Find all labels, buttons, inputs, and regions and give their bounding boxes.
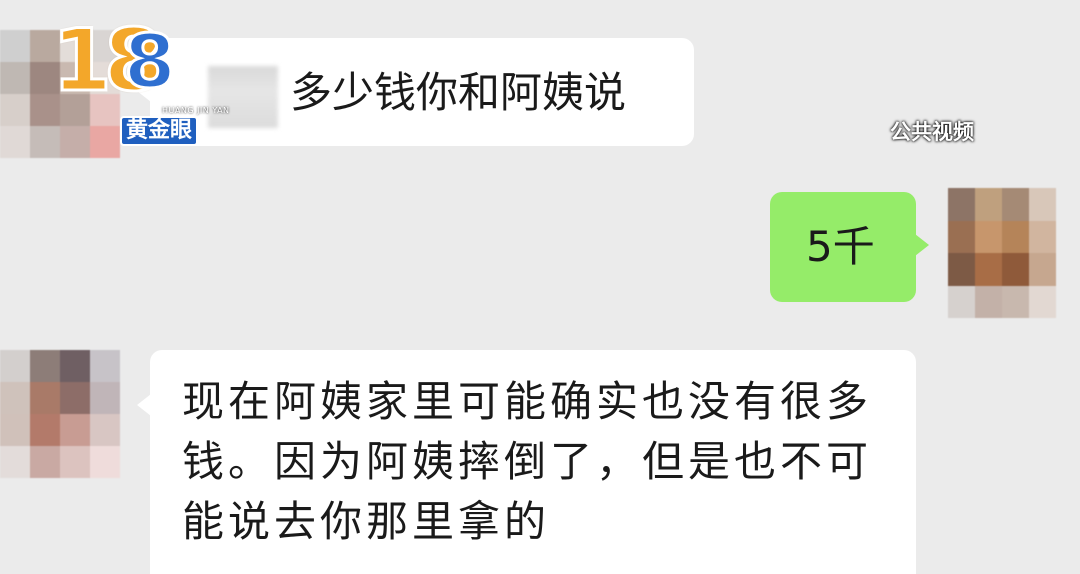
logo-name: 黄金眼 <box>120 116 199 146</box>
bubble-tail <box>137 394 151 416</box>
avatar-mosaic-cell <box>948 188 975 221</box>
avatar-mosaic-cell <box>90 414 120 446</box>
avatar-mosaic-cell <box>1002 220 1029 253</box>
avatar-mosaic-cell <box>948 285 975 318</box>
avatar-mosaic-cell <box>0 350 30 382</box>
avatar-mosaic-cell <box>30 382 60 414</box>
source-watermark: 公共视频 <box>890 120 974 144</box>
avatar-mosaic-cell <box>90 382 120 414</box>
avatar-mosaic-cell <box>0 126 30 158</box>
avatar-mosaic-cell <box>30 446 60 478</box>
outgoing-message-bubble[interactable]: 5千 <box>770 192 929 302</box>
logo-pinyin: HUANG JIN YAN <box>162 106 230 115</box>
avatar-mosaic-cell <box>1002 253 1029 286</box>
avatar-mosaic-cell <box>1029 220 1056 253</box>
avatar-mosaic-cell <box>60 382 90 414</box>
incoming-message-bubble[interactable]: 现在阿姨家里可能确实也没有很多钱。因为阿姨摔倒了，但是也不可能说去你那里拿的 <box>137 350 916 574</box>
avatar-mosaic-cell <box>30 350 60 382</box>
avatar-mosaic-cell <box>0 94 30 126</box>
avatar-mosaic-cell <box>1029 188 1056 221</box>
message-text: 现在阿姨家里可能确实也没有很多钱。因为阿姨摔倒了，但是也不可能说去你那里拿的 <box>182 377 873 546</box>
message-text: 5千 <box>806 222 875 271</box>
avatar-mosaic-cell <box>1029 285 1056 318</box>
avatar-mosaic-cell <box>60 446 90 478</box>
avatar-mosaic-cell <box>1002 285 1029 318</box>
avatar-mosaic-cell <box>0 414 30 446</box>
contact-avatar-blurred[interactable] <box>0 350 120 478</box>
avatar-mosaic-cell <box>0 382 30 414</box>
message-text: 多少钱你和阿姨说 <box>290 68 627 117</box>
avatar-mosaic-cell <box>975 253 1002 286</box>
avatar-mosaic-cell <box>0 62 30 94</box>
channel-logo: 18 8 HUANG JIN YAN 黄金眼 <box>44 15 234 146</box>
avatar-mosaic-cell <box>60 414 90 446</box>
bubble-tail <box>915 234 929 256</box>
avatar-mosaic-cell <box>60 350 90 382</box>
avatar-mosaic-cell <box>1029 253 1056 286</box>
avatar-mosaic-cell <box>0 30 30 62</box>
logo-number-accent: 8 <box>123 19 177 105</box>
avatar-mosaic-cell <box>975 220 1002 253</box>
avatar-mosaic-cell <box>0 446 30 478</box>
avatar-mosaic-cell <box>948 253 975 286</box>
avatar-mosaic-cell <box>1002 188 1029 221</box>
avatar-mosaic-cell <box>975 285 1002 318</box>
avatar-mosaic-cell <box>975 188 1002 221</box>
self-avatar-blurred[interactable] <box>948 188 1056 318</box>
avatar-mosaic-cell <box>948 220 975 253</box>
avatar-mosaic-cell <box>30 414 60 446</box>
avatar-mosaic-cell <box>90 350 120 382</box>
avatar-mosaic-cell <box>90 446 120 478</box>
